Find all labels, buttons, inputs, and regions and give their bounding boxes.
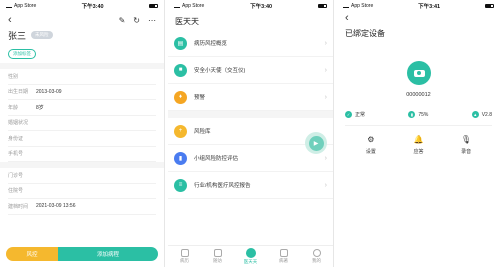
status-battery: ▮ 75% xyxy=(408,111,428,118)
device-id: 00000012 xyxy=(406,92,431,98)
status-bar: App Store 下午3:40 xyxy=(168,0,333,12)
signal-icon xyxy=(6,4,12,8)
bottom-action-bar: 风控 添加病程 xyxy=(6,247,158,261)
carrier-label: App Store xyxy=(351,3,374,9)
answer-button[interactable]: 🔔 应答 xyxy=(413,134,424,156)
status-badge: 未风险 xyxy=(31,31,53,39)
record-button[interactable]: 🎙 录音 xyxy=(461,134,472,156)
patient-profile-screen: App Store 下午3:40 ‹ ✎ ↻ ⋯ 张三 未风险 添加标签 性别 … xyxy=(0,0,165,267)
field-birthdate[interactable]: 出生日期 2013-03-09 xyxy=(8,85,156,100)
field-inpatient-number[interactable]: 住院号 xyxy=(8,184,156,199)
tab-records[interactable]: 病历 xyxy=(168,246,201,267)
status-version: ▲ V2.8 xyxy=(471,111,492,118)
plus-icon: + xyxy=(174,124,187,138)
check-icon: ✓ xyxy=(345,111,352,118)
signal-icon xyxy=(174,4,180,8)
refresh-icon[interactable]: ↻ xyxy=(133,16,140,25)
patient-field-list: 性别 出生日期 2013-03-09 年龄 8岁 婚姻状况 身份证 手机号 门诊号 … xyxy=(0,63,164,215)
page-title: 已绑定设备 xyxy=(345,29,385,38)
field-outpatient-number[interactable]: 门诊号 xyxy=(8,168,156,184)
status-time: 下午3:40 xyxy=(81,4,104,10)
battery-icon xyxy=(317,3,327,9)
notes-icon xyxy=(279,249,288,257)
carrier-label: App Store xyxy=(182,3,205,9)
chevron-right-icon: › xyxy=(324,39,327,47)
bottom-tab-bar: 病历 随访 医天天 病著 我的 xyxy=(168,245,333,267)
tab-mine[interactable]: 我的 xyxy=(300,246,333,267)
version-icon: ▲ xyxy=(471,111,479,118)
patient-name: 张三 xyxy=(8,30,27,41)
field-created-time: 建档时间 2021-03-09 13:56 xyxy=(8,199,156,215)
status-bar: App Store 下午3:41 xyxy=(337,0,500,12)
risk-control-button[interactable]: 风控 xyxy=(6,247,58,261)
chevron-right-icon: › xyxy=(324,154,327,162)
play-icon: ▶ xyxy=(308,135,324,151)
field-id-card[interactable]: 身份证 xyxy=(8,131,156,147)
ledger-icon: ▤ xyxy=(174,36,187,50)
menu-item-alert[interactable]: ♦ 预警 › xyxy=(168,84,333,111)
profile-header: ‹ ✎ ↻ ⋯ xyxy=(0,12,164,28)
settings-icon: ⚙ xyxy=(367,134,375,144)
field-gender[interactable]: 性别 xyxy=(8,69,156,85)
camera-icon: ■ xyxy=(174,63,187,77)
field-phone[interactable]: 手机号 xyxy=(8,147,156,162)
document-icon: ≡ xyxy=(174,178,187,192)
field-age[interactable]: 年龄 8岁 xyxy=(8,100,156,116)
battery-icon xyxy=(484,3,494,9)
battery-level-icon: ▮ xyxy=(408,111,416,118)
status-normal: ✓ 正常 xyxy=(345,111,366,118)
settings-button[interactable]: ⚙ 设置 xyxy=(366,134,376,156)
camera-device-icon xyxy=(407,61,431,85)
tab-notes[interactable]: 病著 xyxy=(267,246,300,267)
menu-item-overview[interactable]: ▤ 病历风控概览 › xyxy=(168,30,333,57)
back-icon[interactable]: ‹ xyxy=(8,14,12,26)
status-time: 下午3:40 xyxy=(250,4,273,10)
chevron-right-icon: › xyxy=(324,66,327,74)
status-bar: App Store 下午3:40 xyxy=(0,0,164,12)
chevron-right-icon: › xyxy=(324,93,327,101)
profile-icon xyxy=(312,249,321,257)
bell-icon: 🔔 xyxy=(413,134,424,144)
menu-group-1: ▤ 病历风控概览 › ■ 安全小天使（交互仪) › ♦ 预警 › xyxy=(168,30,333,111)
signal-icon xyxy=(343,4,349,8)
page-title: 医天天 xyxy=(175,16,199,26)
bound-device-screen: App Store 下午3:41 ‹ 已绑定设备 00000012 ✓ 正常 ▮ 7… xyxy=(337,0,500,267)
tab-followup[interactable]: 随访 xyxy=(201,246,234,267)
bookmark-icon: ▮ xyxy=(174,151,187,165)
mic-icon: 🎙 xyxy=(461,134,472,144)
add-course-button[interactable]: 添加病程 xyxy=(58,247,158,261)
back-icon[interactable]: ‹ xyxy=(345,12,349,24)
device-actions: ⚙ 设置 🔔 应答 🎙 录音 xyxy=(347,134,490,156)
bell-icon: ♦ xyxy=(174,90,187,104)
home-icon xyxy=(245,248,256,258)
device-status-row: ✓ 正常 ▮ 75% ▲ V2.8 xyxy=(345,111,492,118)
battery-icon xyxy=(148,3,158,9)
status-time: 下午3:41 xyxy=(418,4,441,10)
edit-icon[interactable]: ✎ xyxy=(119,16,126,25)
followup-icon xyxy=(213,249,222,257)
add-tag-button[interactable]: 添加标签 xyxy=(8,49,36,59)
patient-name-row: 张三 未风险 xyxy=(0,28,164,42)
menu-group-2: + 风险库 ▮ 小组风险防控评估 › ≡ 行业/机构医疗风控报告 › xyxy=(168,118,333,199)
menu-item-safety-angel[interactable]: ■ 安全小天使（交互仪) › xyxy=(168,57,333,84)
tab-home[interactable]: 医天天 xyxy=(234,246,267,267)
chevron-right-icon: › xyxy=(324,181,327,189)
carrier-label: App Store xyxy=(14,3,37,9)
floating-play-button[interactable]: ▶ xyxy=(305,132,327,154)
more-icon[interactable]: ⋯ xyxy=(148,16,156,25)
records-icon xyxy=(180,249,189,257)
divider xyxy=(345,125,492,126)
menu-item-industry-report[interactable]: ≡ 行业/机构医疗风控报告 › xyxy=(168,172,333,199)
field-marital-status[interactable]: 婚姻状况 xyxy=(8,116,156,131)
app-home-screen: App Store 下午3:40 医天天 ▤ 病历风控概览 › ■ 安全小天使（… xyxy=(168,0,334,267)
